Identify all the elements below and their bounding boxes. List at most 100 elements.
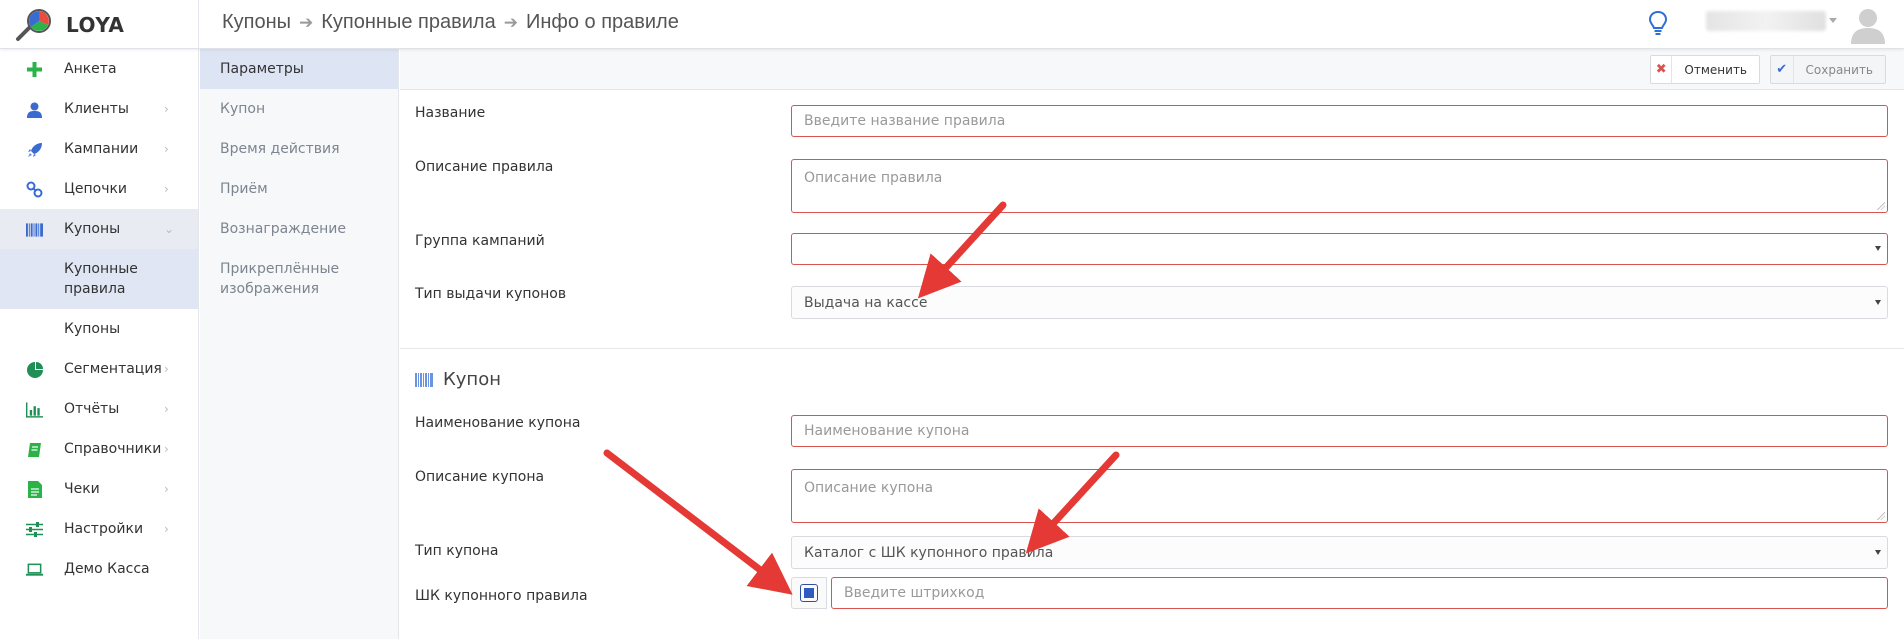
save-button[interactable]: ✔ Сохранить: [1770, 55, 1886, 84]
chevron-right-icon: ›: [164, 102, 169, 116]
app-root: LOYA Купоны ➔ Купонные правила ➔ Инфо о …: [0, 0, 1904, 639]
coupon-name-placeholder: Наименование купона: [804, 423, 970, 439]
section-divider: [400, 348, 1904, 349]
chevron-down-icon: ⌄: [164, 222, 175, 236]
chevron-right-icon: ›: [164, 442, 169, 456]
section-nav-item-parameters[interactable]: Параметры: [200, 49, 398, 89]
chevron-down-icon: [1875, 549, 1881, 555]
action-toolbar: ✖ Отменить ✔ Сохранить: [400, 49, 1904, 90]
sidebar-subitem-coupon-rules[interactable]: Купонные правила: [0, 249, 198, 309]
chevron-right-icon: ›: [164, 402, 169, 416]
barcode-icon: [26, 221, 43, 238]
sidebar-item-label: Купоны: [64, 221, 121, 237]
cancel-button-label: Отменить: [1684, 62, 1747, 77]
chain-icon: [26, 181, 43, 198]
coupon-section-title-text: Купон: [443, 369, 501, 390]
issue-type-value: Выдача на кассе: [804, 294, 928, 311]
user-name-blurred[interactable]: [1706, 11, 1826, 31]
sidebar-item-demo-cash[interactable]: Демо Касса: [0, 549, 198, 589]
coupon-type-value: Каталог с ШК купонного правила: [804, 544, 1054, 561]
chevron-down-icon[interactable]: [1829, 18, 1837, 23]
sidebar-item-directories[interactable]: Справочники ›: [0, 429, 198, 469]
sidebar-item-label: Настройки: [64, 521, 144, 537]
coupon-type-select[interactable]: Каталог с ШК купонного правила: [791, 536, 1888, 569]
rule-form: Название Введите название правила Описан…: [400, 90, 1904, 639]
pie-icon: [26, 361, 43, 378]
sidebar: Анкета Клиенты › Кампании › Цепочки › Ку…: [0, 49, 199, 639]
top-header: LOYA Купоны ➔ Купонные правила ➔ Инфо о …: [0, 0, 1904, 49]
chevron-right-icon: ›: [164, 482, 169, 496]
sidebar-subitem-label: Купонные правила: [64, 261, 138, 297]
section-nav-item-reward[interactable]: Вознаграждение: [200, 209, 398, 249]
plus-icon: [26, 61, 43, 78]
lightbulb-icon[interactable]: [1648, 10, 1668, 38]
sidebar-item-receipts[interactable]: Чеки ›: [0, 469, 198, 509]
sidebar-item-reports[interactable]: Отчёты ›: [0, 389, 198, 429]
barcode-placeholder: Введите штрихкод: [844, 585, 985, 601]
coupon-section-title: Купон: [415, 369, 501, 390]
name-label: Название: [415, 105, 486, 121]
sidebar-item-coupons[interactable]: Купоны ⌄: [0, 209, 198, 249]
sidebar-item-segmentation[interactable]: Сегментация ›: [0, 349, 198, 389]
bar-chart-icon: [26, 401, 43, 418]
rule-name-input[interactable]: Введите название правила: [791, 105, 1888, 137]
logo-icon: [16, 9, 51, 41]
description-label: Описание правила: [415, 159, 554, 175]
sidebar-item-label: Кампании: [64, 141, 139, 157]
chevron-down-icon: [1875, 299, 1881, 305]
logo[interactable]: LOYA: [14, 8, 124, 42]
section-nav-item-validity[interactable]: Время действия: [200, 129, 398, 169]
arrow-right-icon: ➔: [503, 12, 518, 32]
rocket-icon: [26, 141, 43, 158]
sidebar-item-chains[interactable]: Цепочки ›: [0, 169, 198, 209]
book-icon: [26, 441, 43, 458]
breadcrumb-item[interactable]: Купонные правила: [321, 11, 495, 34]
coupon-name-label: Наименование купона: [415, 415, 581, 431]
arrow-right-icon: ➔: [299, 12, 314, 32]
issue-type-label: Тип выдачи купонов: [415, 286, 567, 302]
coupon-description-label: Описание купона: [415, 469, 545, 485]
coupon-description-placeholder: Описание купона: [804, 480, 934, 496]
sidebar-item-label: Клиенты: [64, 101, 129, 117]
section-nav-item-acceptance[interactable]: Приём: [200, 169, 398, 209]
sidebar-item-clients[interactable]: Клиенты ›: [0, 89, 198, 129]
close-icon: ✖: [1651, 56, 1673, 83]
sidebar-item-survey[interactable]: Анкета: [0, 49, 198, 89]
coupon-description-textarea[interactable]: Описание купона: [791, 469, 1888, 523]
cancel-button[interactable]: ✖ Отменить: [1650, 55, 1760, 84]
chevron-right-icon: ›: [164, 522, 169, 536]
sidebar-subitem-coupons[interactable]: Купоны: [0, 309, 198, 349]
barcode-square-icon: [800, 584, 818, 602]
brand-name: LOYA: [66, 13, 125, 37]
barcode-type-toggle[interactable]: [791, 577, 827, 609]
section-nav: Параметры Купон Время действия Приём Воз…: [200, 49, 399, 639]
barcode-icon: [415, 372, 433, 387]
coupon-type-label: Тип купона: [415, 543, 499, 559]
save-button-label: Сохранить: [1805, 62, 1874, 77]
header-divider: [198, 0, 199, 49]
breadcrumb-item[interactable]: Купоны: [222, 11, 291, 34]
coupon-name-input[interactable]: Наименование купона: [791, 415, 1888, 447]
user-icon: [26, 101, 43, 118]
barcode-label: ШК купонного правила: [415, 588, 588, 604]
sidebar-item-campaigns[interactable]: Кампании ›: [0, 129, 198, 169]
resize-handle-icon[interactable]: [1877, 512, 1885, 520]
avatar[interactable]: [1848, 4, 1888, 44]
check-icon: ✔: [1771, 56, 1794, 83]
sliders-icon: [26, 521, 43, 538]
sidebar-item-label: Сегментация: [64, 361, 162, 377]
section-nav-item-images[interactable]: Прикреплённые изображения: [200, 249, 398, 309]
rule-name-placeholder: Введите название правила: [804, 113, 1006, 129]
barcode-input[interactable]: Введите штрихкод: [831, 577, 1888, 609]
section-nav-item-coupon[interactable]: Купон: [200, 89, 398, 129]
rule-description-textarea[interactable]: Описание правила: [791, 159, 1888, 213]
section-nav-label: Прикреплённые изображения: [220, 261, 340, 297]
sidebar-subitem-label: Купоны: [64, 321, 121, 337]
campaign-group-select[interactable]: [791, 233, 1888, 265]
breadcrumb-current: Инфо о правиле: [525, 11, 679, 33]
sidebar-item-label: Анкета: [64, 61, 117, 77]
chevron-right-icon: ›: [164, 142, 169, 156]
issue-type-select[interactable]: Выдача на кассе: [791, 286, 1888, 319]
sidebar-item-settings[interactable]: Настройки ›: [0, 509, 198, 549]
resize-handle-icon[interactable]: [1877, 202, 1885, 210]
